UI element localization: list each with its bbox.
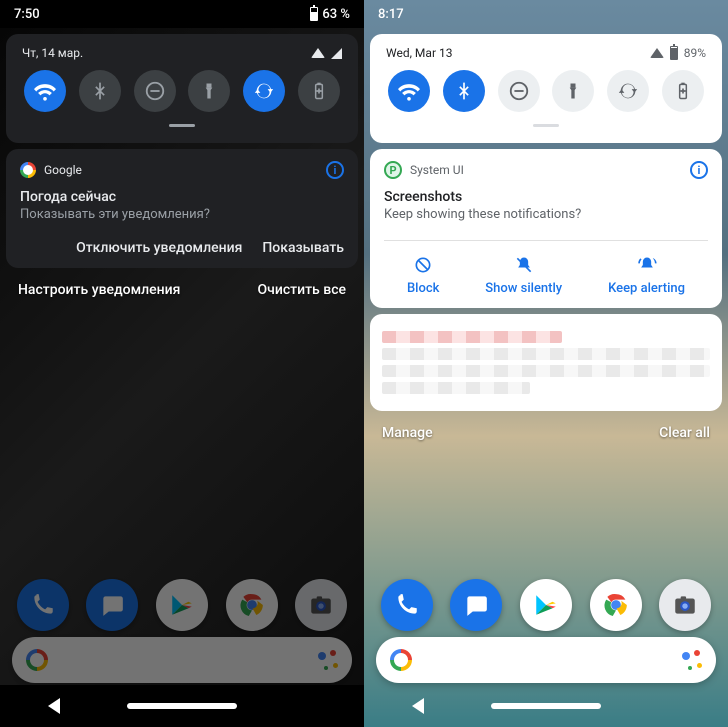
redacted-line	[382, 348, 710, 360]
shade-footer: Manage Clear all	[364, 411, 728, 455]
app-dock	[364, 579, 728, 631]
silent-label: Show silently	[485, 281, 562, 296]
qs-battery-saver-tile[interactable]	[662, 70, 704, 112]
phone-app-icon[interactable]	[381, 579, 433, 631]
qs-dnd-tile[interactable]	[134, 70, 176, 112]
alert-label: Keep alerting	[608, 281, 685, 296]
qs-autorotate-tile[interactable]	[607, 70, 649, 112]
redacted-line	[382, 331, 562, 343]
app-dock	[0, 579, 364, 631]
clear-all-button[interactable]: Clear all	[659, 425, 710, 441]
clear-all-button[interactable]: Очистить все	[257, 282, 346, 298]
show-notifications-button[interactable]: Показывать	[262, 240, 344, 256]
signal-icons: 89%	[650, 46, 706, 60]
notification-body: Keep showing these notifications?	[384, 207, 708, 222]
qs-expand-handle[interactable]	[533, 124, 559, 127]
status-time: 7:50	[14, 7, 40, 22]
battery-icon	[310, 7, 318, 21]
system-ui-app-icon: P	[384, 161, 402, 179]
chrome-app-icon[interactable]	[226, 579, 278, 631]
alert-choice-button[interactable]: Keep alerting	[608, 255, 685, 296]
notification-title: Погода сейчас	[20, 189, 344, 205]
notification-app-name: System UI	[410, 163, 464, 177]
google-logo-icon	[26, 649, 48, 671]
block-label: Block	[407, 281, 439, 296]
qs-bluetooth-tile[interactable]	[79, 70, 121, 112]
notification-title: Screenshots	[384, 189, 708, 205]
redacted-line	[382, 365, 710, 377]
assistant-icon[interactable]	[682, 650, 702, 670]
qs-date: Wed, Mar 13	[386, 46, 452, 60]
qs-expand-handle[interactable]	[169, 124, 195, 127]
status-time: 8:17	[378, 7, 404, 22]
messages-app-icon[interactable]	[450, 579, 502, 631]
search-bar[interactable]	[12, 637, 352, 683]
nav-back-button[interactable]	[412, 698, 424, 714]
signal-icons	[311, 48, 342, 59]
qs-wifi-tile[interactable]	[388, 70, 430, 112]
shade-footer: Настроить уведомления Очистить все	[0, 268, 364, 312]
google-logo-icon	[390, 649, 412, 671]
battery-icon	[670, 46, 678, 60]
navigation-bar	[364, 685, 728, 727]
google-app-icon	[20, 162, 36, 178]
qs-battery-saver-tile[interactable]	[298, 70, 340, 112]
phone-app-icon[interactable]	[17, 579, 69, 631]
notification-info-icon[interactable]: i	[326, 161, 344, 179]
nav-home-pill[interactable]	[491, 703, 601, 709]
qs-flashlight-tile[interactable]	[552, 70, 594, 112]
status-bar: 7:50 63 %	[0, 0, 364, 28]
status-bar: 8:17	[364, 0, 728, 28]
qs-wifi-tile[interactable]	[24, 70, 66, 112]
redacted-notification[interactable]	[370, 314, 722, 411]
qs-autorotate-tile[interactable]	[243, 70, 285, 112]
camera-app-icon[interactable]	[659, 579, 711, 631]
play-store-app-icon[interactable]	[156, 579, 208, 631]
play-store-app-icon[interactable]	[520, 579, 572, 631]
search-bar[interactable]	[376, 637, 716, 683]
navigation-bar	[0, 685, 364, 727]
notification-body: Показывать эти уведомления?	[20, 207, 344, 222]
notification-app-name: Google	[44, 163, 82, 177]
assistant-icon[interactable]	[318, 650, 338, 670]
block-notifications-button[interactable]: Отключить уведомления	[76, 240, 242, 256]
notification-card[interactable]: Google i Погода сейчас Показывать эти ув…	[6, 149, 358, 268]
qs-dnd-tile[interactable]	[498, 70, 540, 112]
camera-app-icon[interactable]	[295, 579, 347, 631]
messages-app-icon[interactable]	[86, 579, 138, 631]
redacted-line	[382, 382, 530, 394]
silent-choice-button[interactable]: Show silently	[485, 255, 562, 296]
cell-signal-icon	[331, 48, 342, 59]
wifi-signal-icon	[650, 48, 664, 58]
wifi-signal-icon	[311, 48, 325, 58]
quick-settings-panel: Wed, Mar 13 89%	[370, 34, 722, 143]
nav-home-pill[interactable]	[127, 703, 237, 709]
nav-back-button[interactable]	[48, 698, 60, 714]
notification-card[interactable]: P System UI i Screenshots Keep showing t…	[370, 149, 722, 308]
chrome-app-icon[interactable]	[590, 579, 642, 631]
battery-pct: 63 %	[322, 7, 350, 22]
qs-bluetooth-tile[interactable]	[443, 70, 485, 112]
notification-info-icon[interactable]: i	[690, 161, 708, 179]
qs-flashlight-tile[interactable]	[188, 70, 230, 112]
block-choice-button[interactable]: Block	[407, 255, 439, 296]
qs-date: Чт, 14 мар.	[22, 46, 83, 60]
manage-notifications-button[interactable]: Manage	[382, 425, 433, 441]
battery-pct: 89%	[684, 46, 706, 60]
manage-notifications-button[interactable]: Настроить уведомления	[18, 282, 180, 298]
quick-settings-panel: Чт, 14 мар.	[6, 34, 358, 143]
